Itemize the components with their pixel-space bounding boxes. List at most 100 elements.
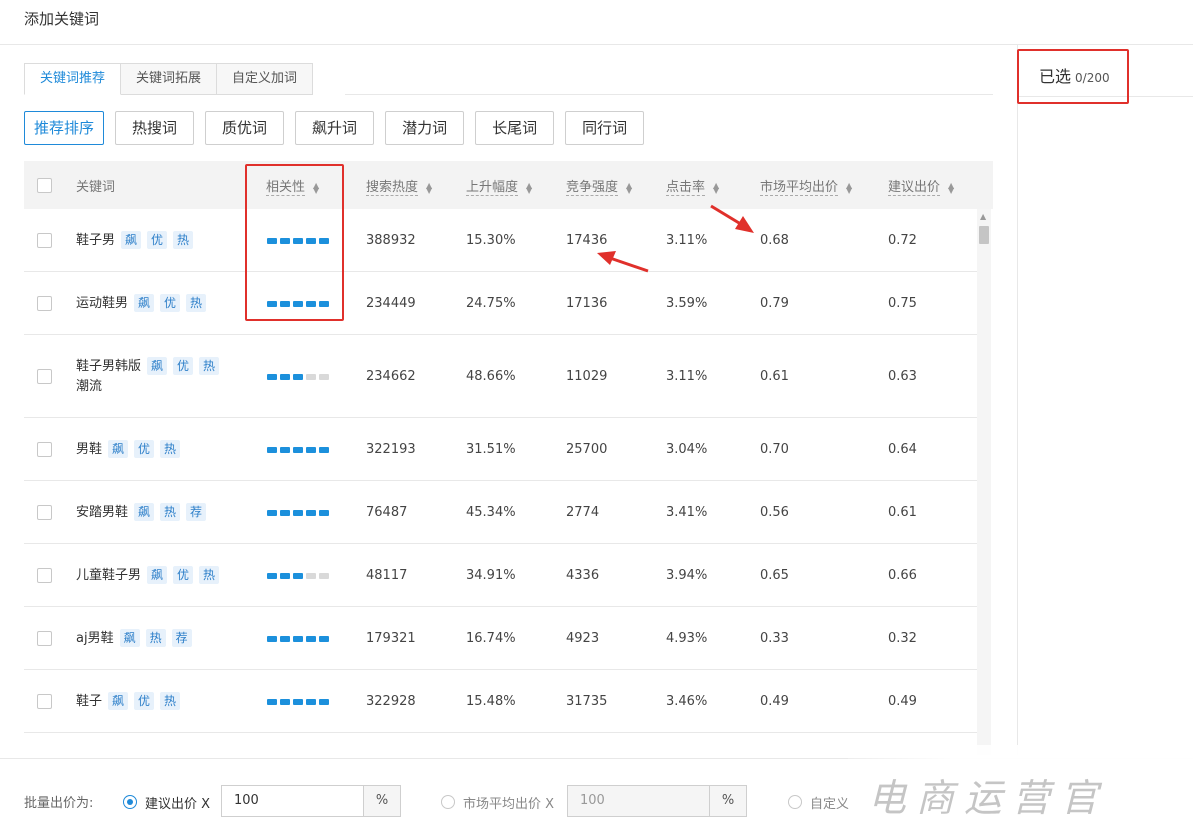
- ctr-cell: 3.46%: [666, 693, 708, 709]
- relevance-segment: [267, 509, 277, 516]
- sort-icon[interactable]: ▲ ▼: [948, 181, 954, 194]
- scroll-up-icon[interactable]: ▲: [980, 212, 986, 221]
- search-cell: 48117: [366, 567, 408, 583]
- tab-expand[interactable]: 关键词拓展: [121, 63, 218, 95]
- sort-icon[interactable]: ▲ ▼: [526, 181, 532, 194]
- relevance-segment: [280, 635, 290, 642]
- row-checkbox[interactable]: [37, 504, 52, 520]
- filter-longtail[interactable]: 长尾词: [475, 111, 555, 145]
- relevance-bar: [267, 373, 329, 380]
- relevance-segment: [293, 373, 303, 380]
- table-row[interactable]: 男鞋飙优热 322193 31.51% 25700 3.04% 0.70 0.64: [24, 418, 977, 481]
- row-checkbox[interactable]: [37, 630, 52, 646]
- sort-icon[interactable]: ▲ ▼: [426, 181, 432, 194]
- relevance-segment: [319, 373, 329, 380]
- suggested-bid-input[interactable]: 100: [221, 785, 364, 817]
- table-scrollbar[interactable]: ▲: [977, 209, 991, 755]
- header-market-bid[interactable]: 市场平均出价 ▲ ▼: [760, 176, 852, 196]
- table-row[interactable]: 鞋子男韩版飙优热潮流 234662 48.66% 11029 3.11% 0.61 0.63: [24, 335, 977, 418]
- header-ctr[interactable]: 点击率 ▲ ▼: [666, 176, 719, 196]
- header-keyword: 关键词: [76, 180, 116, 195]
- row-checkbox[interactable]: [37, 441, 52, 457]
- market-bid-cell: 0.68: [760, 232, 789, 248]
- option-custom-bid[interactable]: 自定义: [810, 793, 849, 812]
- percent-unit: %: [710, 785, 747, 817]
- radio-custom-bid[interactable]: [788, 795, 802, 809]
- row-checkbox[interactable]: [37, 693, 52, 709]
- suggested-bid-cell: 0.49: [888, 693, 917, 709]
- sort-icon[interactable]: ▲ ▼: [713, 181, 719, 194]
- keyword-tag: 热: [173, 230, 194, 249]
- relevance-segment: [319, 237, 329, 244]
- table-row[interactable]: 儿童鞋子男飙优热 48117 34.91% 4336 3.94% 0.65 0.66: [24, 544, 977, 607]
- filter-potential[interactable]: 潜力词: [385, 111, 465, 145]
- filter-quality[interactable]: 质优词: [205, 111, 285, 145]
- header-competition[interactable]: 竞争强度 ▲ ▼: [566, 176, 632, 196]
- keyword-label: 安踏男鞋: [76, 504, 129, 520]
- relevance-segment: [293, 300, 303, 307]
- option-suggested-bid[interactable]: 建议出价 X: [145, 793, 210, 812]
- keyword-cell: 男鞋飙优热: [76, 439, 181, 460]
- table-row[interactable]: 鞋子男飙优热 388932 15.30% 17436 3.11% 0.68 0.72: [24, 209, 977, 272]
- sort-icon[interactable]: ▲ ▼: [846, 181, 852, 194]
- tab-custom[interactable]: 自定义加词: [217, 63, 314, 95]
- keyword-label: 潮流: [76, 378, 103, 394]
- keyword-tag: 热: [186, 293, 207, 312]
- header-suggested-bid[interactable]: 建议出价 ▲ ▼: [888, 176, 954, 196]
- search-cell: 322193: [366, 441, 416, 457]
- keyword-text: 安踏男鞋飙热荐: [76, 502, 207, 523]
- filter-hot[interactable]: 热搜词: [115, 111, 195, 145]
- radio-market-bid[interactable]: [441, 795, 455, 809]
- relevance-segment: [267, 237, 277, 244]
- select-all-checkbox[interactable]: [37, 178, 52, 193]
- search-cell: 76487: [366, 504, 408, 520]
- ctr-cell: 3.11%: [666, 232, 708, 248]
- keyword-label: 鞋子男韩版: [76, 358, 142, 374]
- option-market-bid[interactable]: 市场平均出价 X: [463, 793, 554, 812]
- scroll-thumb[interactable]: [979, 226, 989, 244]
- keyword-tabs: 关键词推荐 关键词拓展 自定义加词: [24, 63, 314, 95]
- relevance-bar: [267, 237, 329, 244]
- relevance-segment: [306, 572, 316, 579]
- keyword-text: 鞋子飙优热: [76, 691, 181, 712]
- competition-cell: 31735: [566, 693, 608, 709]
- table-row[interactable]: 安踏男鞋飙热荐 76487 45.34% 2774 3.41% 0.56 0.61: [24, 481, 977, 544]
- relevance-bar: [267, 572, 329, 579]
- row-checkbox[interactable]: [37, 368, 52, 384]
- relevance-segment: [280, 698, 290, 705]
- relevance-bar: [267, 635, 329, 642]
- sort-icon[interactable]: ▲ ▼: [313, 181, 319, 194]
- header-relevance[interactable]: 相关性 ▲ ▼: [266, 176, 319, 196]
- relevance-segment: [319, 635, 329, 642]
- tab-recommend[interactable]: 关键词推荐: [24, 63, 122, 95]
- search-cell: 388932: [366, 232, 416, 248]
- rise-cell: 48.66%: [466, 368, 516, 384]
- filter-rising[interactable]: 飙升词: [295, 111, 375, 145]
- header-rise[interactable]: 上升幅度 ▲ ▼: [466, 176, 532, 196]
- competition-cell: 4923: [566, 630, 600, 646]
- filter-competitor[interactable]: 同行词: [565, 111, 645, 145]
- market-bid-cell: 0.70: [760, 441, 789, 457]
- filter-recommend-sort[interactable]: 推荐排序: [24, 111, 105, 145]
- ctr-cell: 3.11%: [666, 368, 708, 384]
- keyword-cell: 鞋子男韩版飙优热潮流: [76, 356, 220, 397]
- header-search[interactable]: 搜索热度 ▲ ▼: [366, 176, 432, 196]
- keyword-tag: 优: [160, 293, 181, 312]
- selected-header: 已选 0/200: [1018, 45, 1193, 97]
- keyword-tag: 优: [134, 439, 155, 458]
- row-checkbox[interactable]: [37, 567, 52, 583]
- dialog-header: 添加关键词: [0, 0, 1193, 45]
- table-row[interactable]: 运动鞋男飙优热 234449 24.75% 17136 3.59% 0.79 0.75: [24, 272, 977, 335]
- competition-cell: 4336: [566, 567, 600, 583]
- suggested-bid-cell: 0.32: [888, 630, 917, 646]
- table-row[interactable]: 鞋子飙优热 322928 15.48% 31735 3.46% 0.49 0.49: [24, 670, 977, 733]
- row-checkbox[interactable]: [37, 232, 52, 248]
- market-bid-input[interactable]: 100: [567, 785, 710, 817]
- keyword-label: aj男鞋: [76, 630, 114, 646]
- row-checkbox[interactable]: [37, 295, 52, 311]
- suggested-bid-cell: 0.64: [888, 441, 917, 457]
- table-row[interactable]: aj男鞋飙热荐 179321 16.74% 4923 4.93% 0.33 0.32: [24, 607, 977, 670]
- keyword-tag: 热: [160, 502, 181, 521]
- radio-suggested-bid[interactable]: [123, 795, 137, 809]
- sort-icon[interactable]: ▲ ▼: [626, 181, 632, 194]
